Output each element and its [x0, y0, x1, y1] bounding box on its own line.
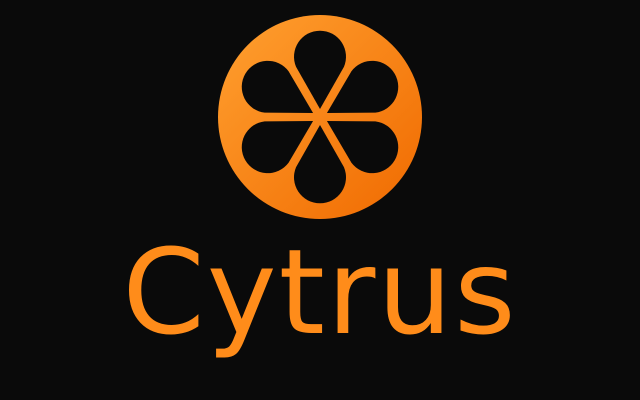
splash-screen: Cytrus [0, 0, 640, 400]
brand-wordmark: Cytrus [122, 223, 518, 361]
citrus-slice-icon [218, 15, 422, 219]
